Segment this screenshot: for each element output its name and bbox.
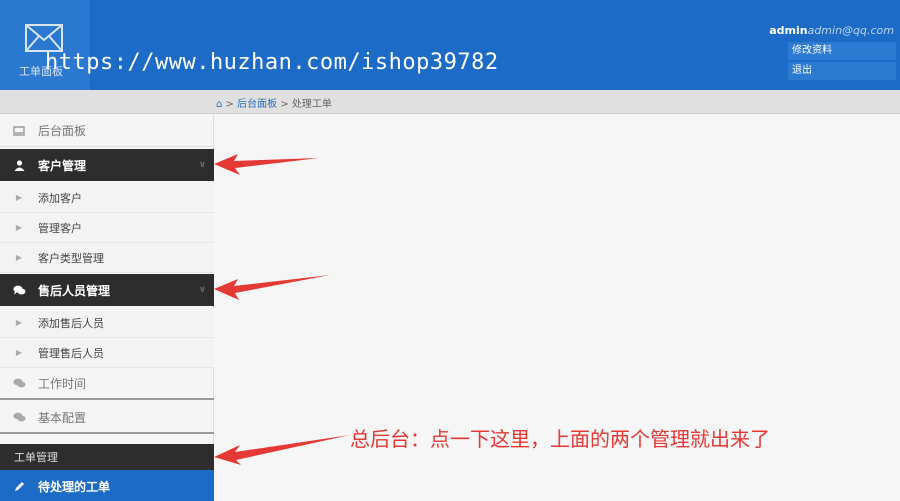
sidebar-item-label: 添加售后人员 [38, 316, 104, 330]
breadcrumb-sep: > [280, 99, 289, 110]
chevron-down-icon: ∨ [198, 160, 206, 170]
sidebar-group-aftersales[interactable]: 售后人员管理 ∨ [0, 274, 214, 306]
comments-icon [0, 285, 38, 296]
watermark-text: https://www.huzhan.com/ishop39782 [45, 50, 499, 75]
user-info: adminadmin@qq.com [769, 24, 894, 37]
annotation-arrow [214, 154, 319, 175]
sidebar-item-label: 管理售后人员 [38, 346, 104, 360]
caret-right-icon: ▶ [15, 348, 23, 357]
pencil-icon [0, 481, 38, 492]
sidebar-item-work-time[interactable]: 工作时间 [0, 368, 214, 400]
chevron-down-icon: ∨ [198, 285, 206, 295]
user-email: admin@qq.com [807, 24, 894, 37]
sidebar-section-label: 工单管理 [14, 451, 58, 464]
sidebar-item-dashboard[interactable]: 后台面板 [0, 115, 214, 147]
sidebar-item-pending-tickets[interactable]: 待处理的工单 [0, 470, 214, 501]
breadcrumb: ⌂ > 后台面板 > 处理工单 [0, 90, 900, 114]
sidebar-group-label: 客户管理 [38, 158, 87, 173]
annotation-arrow [214, 275, 330, 300]
sidebar-item-label: 后台面板 [38, 124, 87, 138]
breadcrumb-sep: > [225, 99, 234, 110]
caret-right-icon: ▶ [15, 193, 23, 202]
caret-right-icon: ▶ [15, 223, 23, 232]
sidebar-item-add-aftersales[interactable]: ▶ 添加售后人员 [0, 308, 214, 338]
annotation-note: 总后台：点一下这里，上面的两个管理就出来了 [350, 427, 770, 451]
sidebar-item-add-customer[interactable]: ▶ 添加客户 [0, 183, 214, 213]
sidebar: 后台面板 客户管理 ∨ ▶ 添加客户 ▶ 管理客户 ▶ 客户类型管理 售后人员管… [0, 115, 214, 501]
home-icon[interactable]: ⌂ [216, 99, 222, 110]
sidebar-item-label: 添加客户 [38, 191, 82, 205]
sidebar-item-label: 客户类型管理 [38, 251, 104, 265]
caret-right-icon: ▶ [15, 318, 23, 327]
sidebar-group-label: 售后人员管理 [38, 283, 111, 298]
logo[interactable]: 工单面板 [0, 0, 90, 90]
sidebar-item-manage-customers[interactable]: ▶ 管理客户 [0, 213, 214, 243]
envelope-icon [25, 24, 63, 52]
monitor-icon [0, 125, 38, 136]
sidebar-item-label: 管理客户 [38, 221, 82, 235]
sidebar-item-label: 基本配置 [38, 410, 87, 425]
breadcrumb-current: 处理工单 [291, 99, 332, 110]
sidebar-item-manage-aftersales[interactable]: ▶ 管理售后人员 [0, 338, 214, 368]
user-menu: 修改资料 退出 [788, 42, 896, 82]
top-bar: 工单面板 adminadmin@qq.com 修改资料 退出 [0, 0, 900, 90]
comments-icon [0, 412, 38, 423]
logout-link[interactable]: 退出 [788, 62, 896, 80]
sidebar-item-label: 工作时间 [38, 376, 87, 391]
sidebar-group-customers[interactable]: 客户管理 ∨ [0, 149, 214, 181]
annotation-arrow [214, 435, 350, 465]
caret-right-icon: ▶ [15, 253, 23, 262]
user-icon [0, 159, 38, 171]
breadcrumb-dashboard[interactable]: 后台面板 [237, 99, 277, 110]
sidebar-section-tickets[interactable]: 工单管理 [0, 444, 214, 470]
sidebar-item-label: 待处理的工单 [38, 479, 111, 494]
sidebar-item-customer-types[interactable]: ▶ 客户类型管理 [0, 243, 214, 273]
edit-profile-link[interactable]: 修改资料 [788, 42, 896, 60]
sidebar-item-basic-config[interactable]: 基本配置 [0, 402, 214, 434]
comments-icon [0, 378, 38, 389]
username: admin [769, 24, 808, 37]
